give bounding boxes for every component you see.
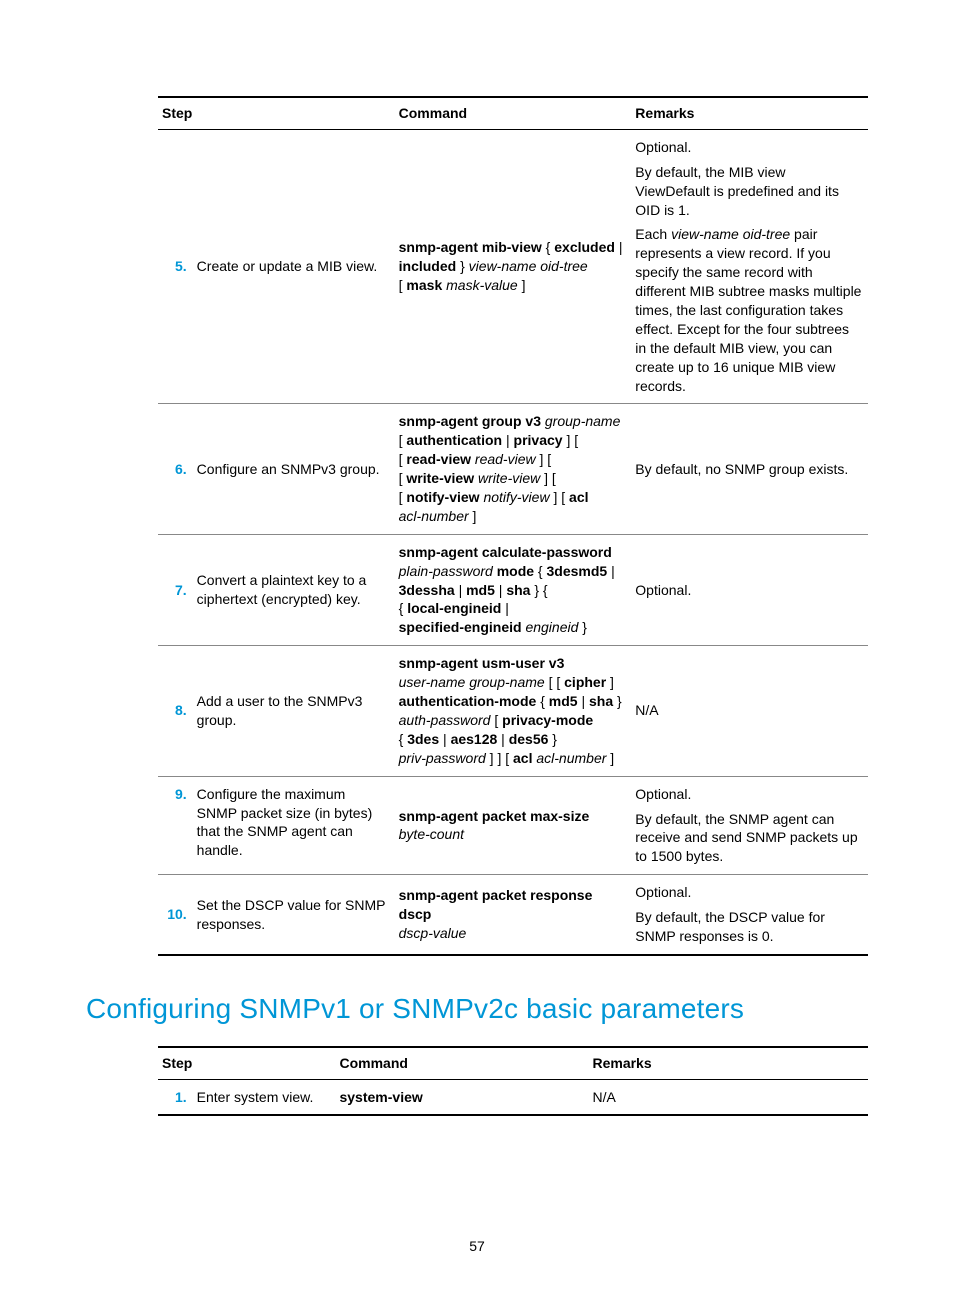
col-header-command: Command	[395, 97, 632, 129]
command-cell: snmp-agent mib-view { excluded | include…	[395, 129, 632, 404]
command-cell: snmp-agent calculate-passwordplain-passw…	[395, 534, 632, 645]
command-cell: snmp-agent packet max-sizebyte-count	[395, 776, 632, 875]
col-header-remarks: Remarks	[631, 97, 868, 129]
remarks-cell: Optional. By default, the SNMP agent can…	[631, 776, 868, 875]
command-cell: system-view	[335, 1079, 588, 1115]
col-header-step: Step	[158, 1047, 335, 1079]
remarks-cell: N/A	[631, 646, 868, 776]
col-header-remarks: Remarks	[588, 1047, 868, 1079]
command-cell: snmp-agent packet response dscpdscp-valu…	[395, 875, 632, 955]
command-cell: snmp-agent usm-user v3user-name group-na…	[395, 646, 632, 776]
step-description: Convert a plaintext key to a ciphertext …	[193, 534, 395, 645]
step-description: Create or update a MIB view.	[193, 129, 395, 404]
step-description: Configure the maximum SNMP packet size (…	[193, 776, 395, 875]
table-row: 8. Add a user to the SNMPv3 group. snmp-…	[158, 646, 868, 776]
step-description: Set the DSCP value for SNMP responses.	[193, 875, 395, 955]
table-header-row: Step Command Remarks	[158, 1047, 868, 1079]
remarks-cell: By default, no SNMP group exists.	[631, 404, 868, 534]
step-number: 9.	[158, 776, 193, 875]
section-heading: Configuring SNMPv1 or SNMPv2c basic para…	[86, 990, 868, 1028]
table-row: 1. Enter system view. system-view N/A	[158, 1079, 868, 1115]
step-number: 10.	[158, 875, 193, 955]
remarks-cell: N/A	[588, 1079, 868, 1115]
table-row: 6. Configure an SNMPv3 group. snmp-agent…	[158, 404, 868, 534]
remarks-cell: Optional. By default, the DSCP value for…	[631, 875, 868, 955]
step-number: 8.	[158, 646, 193, 776]
table-snmpv3-steps: Step Command Remarks 5. Create or update…	[158, 96, 868, 956]
step-number: 5.	[158, 129, 193, 404]
page-number: 57	[0, 1237, 954, 1256]
step-number: 7.	[158, 534, 193, 645]
col-header-command: Command	[335, 1047, 588, 1079]
step-description: Add a user to the SNMPv3 group.	[193, 646, 395, 776]
remarks-cell: Optional.	[631, 534, 868, 645]
table-row: 9. Configure the maximum SNMP packet siz…	[158, 776, 868, 875]
table-header-row: Step Command Remarks	[158, 97, 868, 129]
table-snmpv1v2c-steps: Step Command Remarks 1. Enter system vie…	[158, 1046, 868, 1117]
table-row: 5. Create or update a MIB view. snmp-age…	[158, 129, 868, 404]
step-number: 1.	[158, 1079, 193, 1115]
step-description: Enter system view.	[193, 1079, 336, 1115]
table-row: 7. Convert a plaintext key to a cipherte…	[158, 534, 868, 645]
col-header-step: Step	[158, 97, 395, 129]
remarks-cell: Optional. By default, the MIB view ViewD…	[631, 129, 868, 404]
table-row: 10. Set the DSCP value for SNMP response…	[158, 875, 868, 955]
step-description: Configure an SNMPv3 group.	[193, 404, 395, 534]
step-number: 6.	[158, 404, 193, 534]
command-cell: snmp-agent group v3 group-name [ authent…	[395, 404, 632, 534]
